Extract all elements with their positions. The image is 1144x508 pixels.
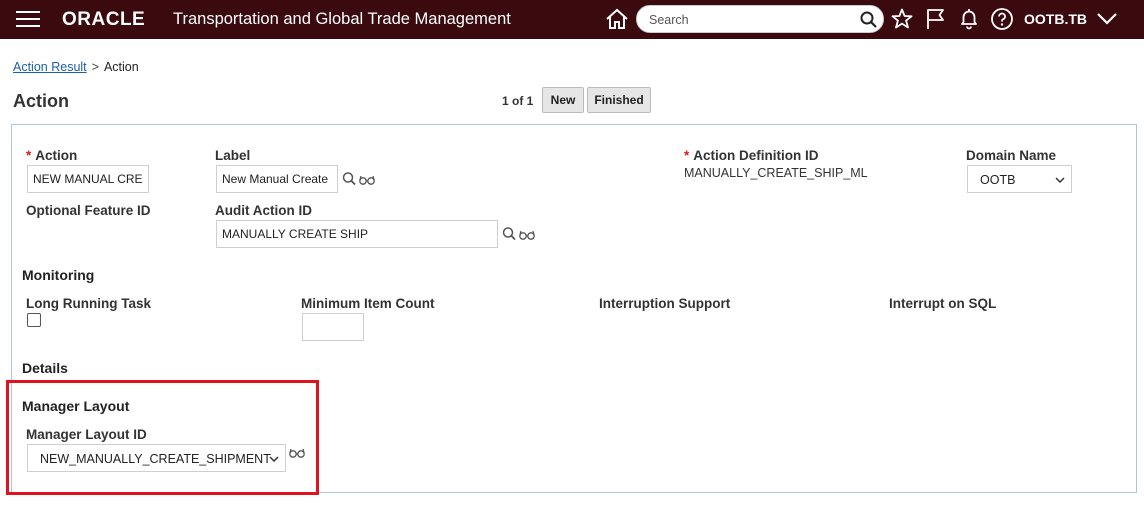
interruption-support-label: Interruption Support bbox=[599, 296, 731, 311]
optional-feature-label: Optional Feature ID bbox=[26, 203, 151, 218]
highlight-box bbox=[6, 380, 319, 495]
required-marker: * bbox=[26, 148, 32, 163]
action-input[interactable] bbox=[27, 165, 149, 193]
magnifier-icon[interactable] bbox=[501, 226, 519, 242]
long-running-task-label: Long Running Task bbox=[26, 296, 151, 311]
audit-action-label: Audit Action ID bbox=[215, 203, 312, 218]
app-title: Transportation and Global Trade Manageme… bbox=[173, 10, 511, 28]
user-menu-label[interactable]: OOTB.TB bbox=[1024, 11, 1087, 27]
breadcrumb-separator: > bbox=[91, 60, 99, 74]
details-section-title: Details bbox=[22, 360, 68, 376]
new-button[interactable]: New bbox=[542, 87, 584, 113]
flag-icon[interactable] bbox=[924, 7, 948, 31]
magnifier-icon[interactable] bbox=[341, 171, 359, 187]
minimum-item-count-label: Minimum Item Count bbox=[301, 296, 435, 311]
oracle-logo: ORACLE bbox=[62, 9, 146, 30]
action-definition-label: * Action Definition ID bbox=[684, 148, 819, 163]
home-icon[interactable] bbox=[604, 7, 630, 31]
label-input[interactable] bbox=[216, 165, 338, 193]
star-icon[interactable] bbox=[890, 7, 914, 31]
search-icon[interactable] bbox=[859, 10, 879, 30]
chevron-down-icon[interactable] bbox=[1096, 10, 1118, 28]
domain-name-select[interactable]: OOTB bbox=[967, 165, 1072, 193]
monitoring-section-title: Monitoring bbox=[22, 267, 95, 283]
audit-action-input[interactable] bbox=[216, 220, 498, 248]
breadcrumb-link-action-result[interactable]: Action Result bbox=[13, 60, 87, 74]
label-label: Label bbox=[215, 148, 251, 163]
hamburger-icon[interactable] bbox=[16, 11, 40, 28]
page-title: Action bbox=[13, 91, 69, 111]
glasses-icon[interactable] bbox=[518, 227, 536, 243]
finished-button[interactable]: Finished bbox=[587, 87, 651, 113]
long-running-task-checkbox[interactable] bbox=[27, 313, 41, 327]
breadcrumb-current: Action bbox=[103, 60, 139, 74]
breadcrumb: Action Result > Action bbox=[13, 60, 139, 74]
top-bar: ORACLE Transportation and Global Trade M… bbox=[0, 0, 1144, 39]
glasses-icon[interactable] bbox=[358, 172, 376, 188]
interrupt-on-sql-label: Interrupt on SQL bbox=[889, 296, 997, 311]
domain-name-label: Domain Name bbox=[966, 148, 1057, 163]
pager-text: 1 of 1 bbox=[502, 94, 534, 108]
action-label: * Action bbox=[26, 148, 78, 163]
help-icon[interactable] bbox=[990, 7, 1014, 31]
action-definition-value: MANUALLY_CREATE_SHIP_ML bbox=[684, 166, 868, 180]
bell-icon[interactable] bbox=[957, 7, 981, 31]
search-box bbox=[636, 5, 884, 33]
chevron-down-icon bbox=[1055, 177, 1065, 184]
search-input[interactable] bbox=[649, 10, 859, 29]
minimum-item-count-input[interactable] bbox=[302, 313, 364, 341]
